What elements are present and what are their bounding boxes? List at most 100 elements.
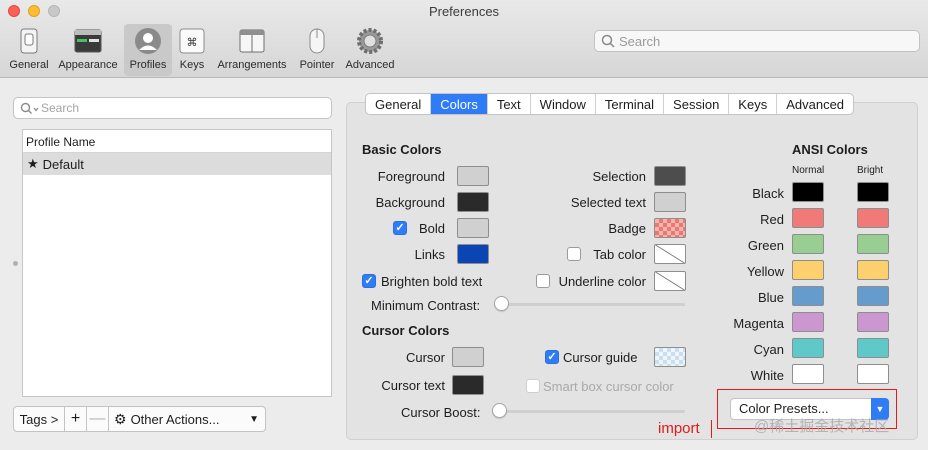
tags-button[interactable]: Tags >: [13, 406, 65, 432]
tab-advanced[interactable]: Advanced: [776, 94, 853, 114]
cursor-boost-slider[interactable]: [494, 410, 685, 413]
ansi-normal-yellow-well[interactable]: [792, 260, 824, 280]
ansi-normal-black-well[interactable]: [792, 182, 824, 202]
selection-label: Selection: [592, 169, 646, 184]
underline-color-label: Underline color: [558, 274, 646, 289]
tab-colors[interactable]: Colors: [430, 94, 487, 114]
ansi-bright-red-well[interactable]: [857, 208, 889, 228]
other-actions-label: Other Actions...: [130, 411, 220, 427]
ansi-normal-blue-well[interactable]: [792, 286, 824, 306]
badge-label: Badge: [608, 221, 646, 236]
toolbar-appearance[interactable]: Appearance: [54, 24, 122, 76]
cursor-colors-heading: Cursor Colors: [362, 323, 450, 338]
toolbar-profiles[interactable]: Profiles: [124, 24, 172, 76]
background-label: Background: [375, 195, 445, 210]
profile-actions-bar: Tags > + — ⚙ Other Actions... ▼: [13, 406, 266, 432]
ansi-bright-blue-well[interactable]: [857, 286, 889, 306]
split-view-handle[interactable]: [13, 261, 18, 266]
ansi-bright-column-label: Bright: [857, 165, 884, 176]
bold-color-well[interactable]: [457, 218, 489, 238]
brighten-bold-checkbox[interactable]: ✓: [362, 274, 376, 288]
ansi-normal-cyan-well[interactable]: [792, 338, 824, 358]
ansi-normal-green-well[interactable]: [792, 234, 824, 254]
svg-text:⌘: ⌘: [187, 36, 198, 49]
cursor-guide-checkbox[interactable]: ✓: [545, 350, 559, 364]
ansi-normal-red-well[interactable]: [792, 208, 824, 228]
tab-color-well[interactable]: [654, 244, 686, 264]
mouse-icon: [309, 28, 325, 54]
cursor-boost-knob[interactable]: [492, 403, 507, 418]
profile-search-field[interactable]: Search: [13, 97, 332, 119]
tab-text[interactable]: Text: [486, 94, 530, 114]
toolbar-advanced[interactable]: Advanced: [342, 24, 398, 76]
cursor-boost-label: Cursor Boost:: [401, 405, 481, 420]
badge-color-well[interactable]: [654, 218, 686, 238]
ansi-label-white: White: [750, 368, 784, 383]
ansi-normal-column-label: Normal: [792, 165, 825, 176]
toolbar-pointer[interactable]: Pointer: [295, 24, 339, 76]
ansi-bright-cyan-well[interactable]: [857, 338, 889, 358]
tab-terminal[interactable]: Terminal: [594, 94, 663, 114]
ansi-bright-yellow-well[interactable]: [857, 260, 889, 280]
background-color-well[interactable]: [457, 192, 489, 212]
ansi-bright-black-well[interactable]: [857, 182, 889, 202]
profile-search-placeholder: Search: [41, 101, 80, 115]
minimum-contrast-knob[interactable]: [494, 296, 509, 311]
search-icon: [601, 34, 615, 48]
ansi-colors-heading: ANSI Colors: [792, 142, 868, 157]
cursor-guide-color-well[interactable]: [654, 347, 686, 367]
profile-tabs: General Colors Text Window Terminal Sess…: [365, 93, 855, 115]
watermark-text: @稀土掘金技术社区: [754, 418, 890, 435]
profile-row-default[interactable]: ★ Default: [23, 153, 331, 175]
cursor-color-well[interactable]: [452, 347, 484, 367]
toolbar-general[interactable]: General: [5, 24, 53, 76]
profile-list: Profile Name ★ Default: [22, 129, 332, 397]
ansi-bright-green-well[interactable]: [857, 234, 889, 254]
toolbar-search-field[interactable]: Search: [594, 30, 920, 52]
add-profile-button[interactable]: +: [65, 406, 87, 432]
toolbar-keys[interactable]: ⌘ Keys: [174, 24, 210, 76]
selected-text-color-well[interactable]: [654, 192, 686, 212]
ansi-bright-magenta-well[interactable]: [857, 312, 889, 332]
ansi-normal-white-well[interactable]: [792, 364, 824, 384]
ansi-normal-magenta-well[interactable]: [792, 312, 824, 332]
bold-label: Bold: [418, 221, 445, 236]
window-toolbar: Preferences General Appearance Profiles …: [0, 0, 928, 78]
selection-color-well[interactable]: [654, 166, 686, 186]
ansi-bright-white-well[interactable]: [857, 364, 889, 384]
cursor-label: Cursor: [405, 350, 445, 365]
tab-window[interactable]: Window: [529, 94, 595, 114]
links-label: Links: [414, 247, 445, 262]
brighten-bold-label: Brighten bold text: [381, 274, 483, 289]
annotation-import-note: import: [658, 420, 700, 437]
links-color-well[interactable]: [457, 244, 489, 264]
selected-text-label: Selected text: [570, 195, 646, 210]
profile-name-column-header[interactable]: Profile Name: [23, 130, 331, 153]
tab-color-label: Tab color: [593, 247, 646, 262]
foreground-color-well[interactable]: [457, 166, 489, 186]
smart-box-cursor-checkbox[interactable]: [526, 379, 540, 393]
tab-general[interactable]: General: [366, 94, 430, 114]
gear-icon: ⚙: [114, 410, 127, 427]
window-title: Preferences: [428, 4, 500, 19]
cursor-guide-label: Cursor guide: [563, 350, 638, 365]
ansi-label-black: Black: [752, 186, 784, 201]
remove-profile-button[interactable]: —: [87, 406, 109, 432]
annotation-caret: [711, 420, 712, 438]
minimum-contrast-slider[interactable]: [494, 303, 685, 306]
ansi-label-magenta: Magenta: [733, 316, 784, 331]
smart-box-cursor-label: Smart box cursor color: [543, 379, 674, 394]
basic-colors-heading: Basic Colors: [362, 142, 442, 157]
star-icon: ★: [27, 156, 39, 171]
search-icon: [20, 102, 39, 114]
color-presets-label: Color Presets...: [739, 401, 829, 416]
cursor-text-color-well[interactable]: [452, 375, 484, 395]
other-actions-menu[interactable]: ⚙ Other Actions... ▼: [109, 406, 266, 432]
ansi-label-blue: Blue: [757, 290, 784, 305]
underline-color-well[interactable]: [654, 271, 686, 291]
toolbar-arrangements[interactable]: Arrangements: [212, 24, 292, 76]
tab-keys[interactable]: Keys: [728, 94, 776, 114]
ansi-label-red: Red: [760, 212, 784, 227]
tab-session[interactable]: Session: [663, 94, 728, 114]
minimum-contrast-label: Minimum Contrast:: [371, 298, 481, 313]
